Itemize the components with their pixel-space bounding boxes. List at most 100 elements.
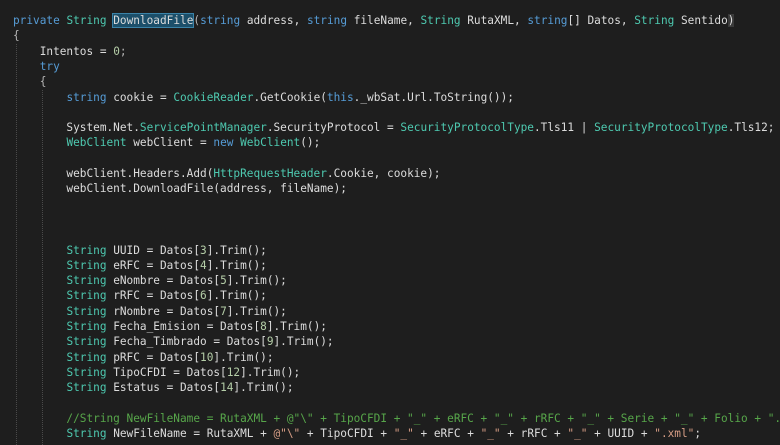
code-token: String: [66, 335, 107, 349]
code-line[interactable]: try: [13, 59, 60, 74]
code-token: ._wbSat.Url.ToString());: [353, 90, 514, 104]
code-token: + eRFC +: [413, 427, 481, 441]
code-token: ();: [300, 136, 321, 150]
code-token: String: [66, 274, 107, 288]
code-token: string: [200, 14, 241, 27]
code-token: DownloadFile: [112, 13, 195, 28]
code-token: ".xml": [654, 427, 695, 441]
code-token: .SecurityProtocol =: [266, 121, 401, 135]
code-token: ].Trim();: [213, 350, 274, 364]
code-line[interactable]: String rNombre = Datos[7].Trim();: [13, 304, 287, 319]
code-line[interactable]: String pRFC = Datos[10].Trim();: [13, 350, 274, 365]
code-line[interactable]: Intentos = 0;: [13, 44, 127, 59]
code-line[interactable]: String eRFC = Datos[4].Trim();: [13, 258, 267, 273]
code-token: SecurityProtocolType: [594, 121, 728, 135]
code-token: 7: [220, 304, 227, 318]
code-token: new: [213, 136, 234, 150]
code-token: String: [66, 289, 107, 303]
code-token: ;: [119, 44, 127, 58]
code-token: Estatus = Datos[: [106, 381, 221, 395]
code-token: Sentido: [674, 14, 728, 27]
code-line[interactable]: System.Net.ServicePointManager.SecurityP…: [13, 120, 774, 135]
code-line[interactable]: String Estatus = Datos[14].Trim();: [13, 380, 293, 395]
code-token: ].Trim();: [206, 258, 267, 272]
code-token: private: [13, 14, 60, 27]
code-token: WebClient: [240, 136, 301, 150]
code-token: .Cookie, cookie);: [326, 167, 441, 180]
code-token: String: [66, 365, 107, 379]
code-line[interactable]: String rRFC = Datos[6].Trim();: [13, 288, 266, 303]
code-token: this: [326, 90, 354, 104]
code-token: cookie =: [106, 90, 174, 104]
code-line[interactable]: String UUID = Datos[3].Trim();: [13, 243, 267, 258]
code-line[interactable]: String TipoCFDI = Datos[12].Trim();: [13, 365, 300, 380]
code-token: ].Trim();: [273, 335, 334, 349]
code-token: ].Trim();: [266, 320, 327, 333]
code-token: {: [13, 29, 20, 43]
code-line[interactable]: {: [13, 28, 20, 43]
code-token: + UUID +: [587, 427, 655, 441]
code-line[interactable]: String Fecha_Timbrado = Datos[9].Trim();: [13, 334, 334, 349]
code-token: ].Trim();: [206, 243, 267, 257]
code-line[interactable]: String Fecha_Emision = Datos[8].Trim();: [13, 319, 327, 334]
code-token: @"\": [273, 427, 301, 441]
code-token: fileName,: [347, 14, 421, 27]
code-token: webClient =: [126, 136, 214, 150]
code-line[interactable]: //String NewFileName = RutaXML + @"\" + …: [13, 411, 780, 426]
code-token: 14: [220, 381, 234, 395]
code-token: 0: [113, 44, 120, 58]
code-line[interactable]: webClient.DownloadFile(address, fileName…: [13, 181, 347, 196]
code-token: .Tls11 |: [534, 121, 595, 135]
code-token: .Tls12;: [727, 121, 775, 135]
code-line[interactable]: string cookie = CookieReader.GetCookie(t…: [13, 90, 514, 105]
code-token: ].Trim();: [240, 365, 301, 379]
code-token: String: [66, 304, 107, 318]
code-token: 3: [200, 243, 207, 257]
code-token: String: [66, 320, 107, 333]
code-line[interactable]: webClient.Headers.Add(HttpRequestHeader.…: [13, 166, 440, 181]
code-line[interactable]: {: [13, 74, 47, 89]
code-token: System.Net.: [13, 121, 140, 135]
code-line[interactable]: WebClient webClient = new WebClient();: [13, 135, 320, 150]
code-token: 9: [266, 335, 274, 349]
code-token: rRFC = Datos[: [106, 289, 201, 303]
code-token: SecurityProtocolType: [400, 121, 534, 135]
code-editor[interactable]: private String DownloadFile(string addre…: [0, 0, 780, 445]
code-token: ].Trim();: [226, 304, 287, 318]
code-token: String: [420, 14, 461, 27]
code-token: //String NewFileName = RutaXML + @"\" + …: [13, 411, 780, 425]
code-token: String: [66, 381, 107, 395]
code-token: NewFileName = RutaXML +: [106, 427, 274, 441]
code-token: string: [66, 90, 107, 104]
code-token: 12: [226, 365, 241, 379]
code-token: pRFC = Datos[: [106, 350, 201, 364]
code-line[interactable]: String NewFileName = RutaXML + @"\" + Ti…: [13, 426, 701, 441]
code-token: Fecha_Emision = Datos[: [106, 320, 261, 333]
code-line[interactable]: private String DownloadFile(string addre…: [13, 13, 735, 28]
code-token: webClient.DownloadFile(address, fileName…: [13, 182, 347, 196]
code-token: String: [634, 14, 675, 27]
code-token: ;: [694, 427, 702, 441]
code-token: String: [66, 14, 107, 27]
code-token: webClient.Headers.Add(: [13, 167, 214, 180]
code-token: "_": [480, 427, 501, 441]
code-token: HttpRequestHeader: [213, 167, 327, 180]
code-token: string: [527, 14, 568, 27]
code-token: string: [306, 14, 348, 27]
code-token: String: [66, 427, 107, 441]
code-token: ].Trim();: [226, 274, 287, 288]
code-line[interactable]: String eNombre = Datos[5].Trim();: [13, 273, 287, 288]
code-token: 4: [200, 258, 207, 272]
